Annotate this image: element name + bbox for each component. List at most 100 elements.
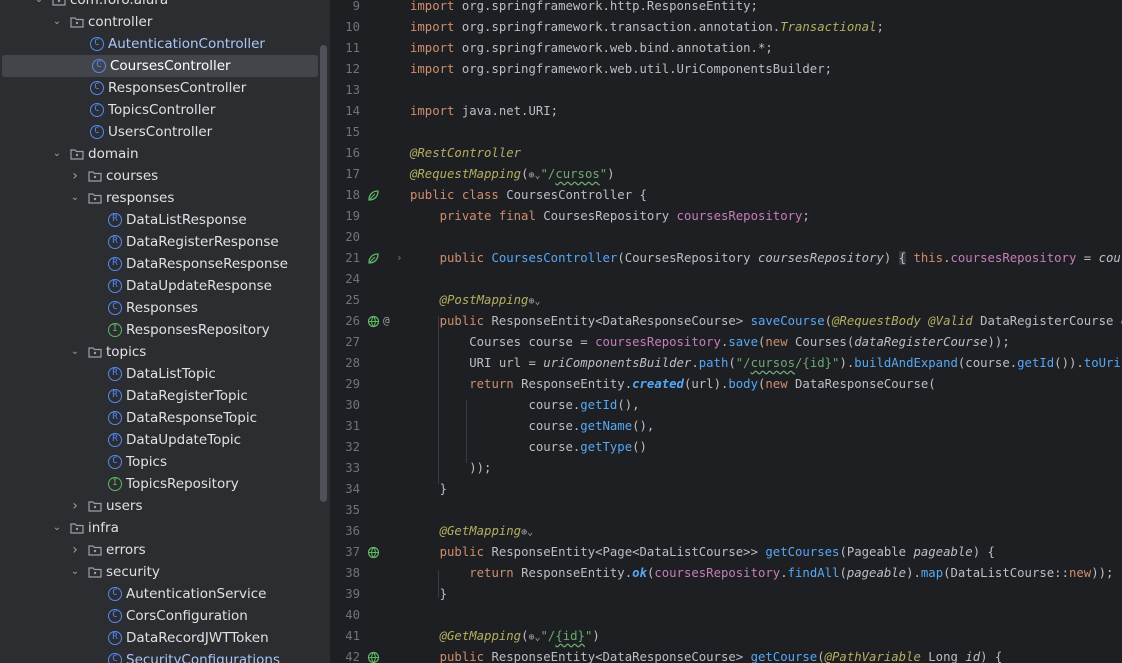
code-text: import org.springframework.web.util.UriC… <box>410 59 832 80</box>
web-endpoint-icon[interactable] <box>367 650 380 663</box>
tree-item-dataresponsetopic[interactable]: R DataResponseTopic <box>0 407 318 429</box>
code-line[interactable]: 21 › public CoursesController(CoursesRepo… <box>330 248 1122 269</box>
tree-item-userscontroller[interactable]: C UsersController <box>0 121 318 143</box>
spring-bean-icon[interactable] <box>367 188 380 201</box>
annotation-gutter-icon[interactable]: @ <box>383 314 396 327</box>
tree-item-dataregisterresponse[interactable]: R DataRegisterResponse <box>0 231 318 253</box>
tree-item-infra[interactable]: ⌄ infra <box>0 517 318 539</box>
code-line[interactable]: 39 } <box>330 584 1122 605</box>
code-editor[interactable]: 9 import org.springframework.http.Respons… <box>330 0 1122 663</box>
tree-item-topics[interactable]: C Topics <box>0 451 318 473</box>
code-text: public class CoursesController { <box>410 185 647 206</box>
line-number: 38 <box>345 566 360 580</box>
fold-toggle-icon[interactable]: › <box>396 251 409 264</box>
code-line[interactable]: 36 @GetMapping⊕⌄ <box>330 521 1122 542</box>
code-line[interactable]: 32 course.getType() <box>330 437 1122 458</box>
code-token: (Pageable <box>839 545 914 559</box>
project-tree-scrollbar[interactable] <box>320 45 327 502</box>
code-line[interactable]: 20 <box>330 227 1122 248</box>
line-number: 39 <box>345 587 360 601</box>
tree-item-label: Responses <box>126 300 198 316</box>
line-number: 32 <box>345 440 360 454</box>
code-token: org.springframework.http.ResponseEntity; <box>461 0 758 13</box>
code-line[interactable]: 9 import org.springframework.http.Respons… <box>330 0 1122 17</box>
line-number: 34 <box>345 482 360 496</box>
chevron-down-icon[interactable]: ⌄ <box>50 11 64 33</box>
tree-item-securityconfigurations[interactable]: C SecurityConfigurations <box>0 649 318 663</box>
code-token: getCourses <box>765 545 840 559</box>
code-token: ( <box>817 650 825 663</box>
tree-item-dataregistertopic[interactable]: R DataRegisterTopic <box>0 385 318 407</box>
tree-item-autenticationcontroller[interactable]: C AutenticationController <box>0 33 318 55</box>
code-line[interactable]: 41 @GetMapping(⊕⌄"/{id}") <box>330 626 1122 647</box>
tree-item-responsesrepository[interactable]: I ResponsesRepository <box>0 319 318 341</box>
code-line[interactable]: 17 @RequestMapping(⊕⌄"/cursos") <box>330 164 1122 185</box>
code-token: body <box>728 377 758 391</box>
code-line[interactable]: 38 return ResponseEntity.ok (coursesRepos… <box>330 563 1122 584</box>
tree-item-topicsrepository[interactable]: I TopicsRepository <box>0 473 318 495</box>
tree-item-responses[interactable]: C Responses <box>0 297 318 319</box>
code-line[interactable]: 10 import org.springframework.transaction… <box>330 17 1122 38</box>
tree-item-errors[interactable]: › errors <box>0 539 318 561</box>
code-line[interactable]: 14 import java.net.URI; <box>330 101 1122 122</box>
tree-item-topics[interactable]: ⌄ topics <box>0 341 318 363</box>
chevron-down-icon[interactable]: ⌄ <box>68 561 82 583</box>
spring-bean-icon[interactable] <box>367 251 380 264</box>
code-line[interactable]: 12 import org.springframework.web.util.Ur… <box>330 59 1122 80</box>
tree-item-responsescontroller[interactable]: C ResponsesController <box>0 77 318 99</box>
chevron-down-icon[interactable]: ⌄ <box>68 341 82 363</box>
code-line[interactable]: 42 public ResponseEntity<DataResponseCou… <box>330 647 1122 663</box>
code-line[interactable]: 37 public ResponseEntity<Page<DataListCo… <box>330 542 1122 563</box>
tree-item-corsconfiguration[interactable]: C CorsConfiguration <box>0 605 318 627</box>
tree-item-courses[interactable]: › courses <box>0 165 318 187</box>
code-line[interactable]: 24 <box>330 269 1122 290</box>
chevron-down-icon[interactable]: ⌄ <box>68 187 82 209</box>
tree-item-topicscontroller[interactable]: C TopicsController <box>0 99 318 121</box>
chevron-down-icon[interactable]: ⌄ <box>32 0 46 11</box>
tree-item-com.foro.alura[interactable]: ⌄ com.foro.alura <box>0 0 318 11</box>
code-line[interactable]: 18 public class CoursesController { <box>330 185 1122 206</box>
code-line[interactable]: 28 URI url = uriComponentsBuilder.path("… <box>330 353 1122 374</box>
tree-item-domain[interactable]: ⌄ domain <box>0 143 318 165</box>
code-line[interactable]: 26 @ public ResponseEntity<DataResponseCo… <box>330 311 1122 332</box>
tree-item-security[interactable]: ⌄ security <box>0 561 318 583</box>
tree-item-dataupdateresponse[interactable]: R DataUpdateResponse <box>0 275 318 297</box>
tree-item-datalistresponse[interactable]: R DataListResponse <box>0 209 318 231</box>
tree-item-datarecordjwttoken[interactable]: R DataRecordJWTToken <box>0 627 318 649</box>
indent-guide <box>466 400 467 463</box>
code-line[interactable]: 13 <box>330 80 1122 101</box>
code-line[interactable]: 33 )); <box>330 458 1122 479</box>
chevron-right-icon[interactable]: › <box>68 539 82 561</box>
chevron-right-icon[interactable]: › <box>68 495 82 517</box>
tree-item-datalisttopic[interactable]: R DataListTopic <box>0 363 318 385</box>
code-token: map <box>920 566 944 580</box>
code-line[interactable]: 19 private final CoursesRepository cours… <box>330 206 1122 227</box>
code-line[interactable]: 30 course.getId(), <box>330 395 1122 416</box>
code-line[interactable]: 15 <box>330 122 1122 143</box>
code-line[interactable]: 16 @RestController <box>330 143 1122 164</box>
chevron-down-icon[interactable]: ⌄ <box>50 517 64 539</box>
code-line[interactable]: 25 @PostMapping⊕⌄ <box>330 290 1122 311</box>
chevron-down-icon[interactable]: ⌄ <box>50 143 64 165</box>
web-endpoint-icon[interactable] <box>367 314 380 328</box>
code-line[interactable]: 27 Courses course = coursesRepository.sa… <box>330 332 1122 353</box>
tree-item-dataresponseresponse[interactable]: R DataResponseResponse <box>0 253 318 275</box>
code-line[interactable]: 40 <box>330 605 1122 626</box>
code-line[interactable]: 35 <box>330 500 1122 521</box>
tree-item-users[interactable]: › users <box>0 495 318 517</box>
tree-item-coursescontroller[interactable]: C CoursesController <box>2 55 318 77</box>
code-line[interactable]: 31 course.getName(), <box>330 416 1122 437</box>
code-line[interactable]: 34 } <box>330 479 1122 500</box>
tree-item-controller[interactable]: ⌄ controller <box>0 11 318 33</box>
tree-item-autenticationservice[interactable]: C AutenticationService <box>0 583 318 605</box>
web-endpoint-icon[interactable] <box>367 545 380 559</box>
code-token: ) { <box>980 650 1003 663</box>
tree-item-label: DataResponseResponse <box>126 256 288 272</box>
code-line[interactable]: 29 return ResponseEntity.created(url).bo… <box>330 374 1122 395</box>
tree-item-dataupdatetopic[interactable]: R DataUpdateTopic <box>0 429 318 451</box>
code-line[interactable]: 11 import org.springframework.web.bind.an… <box>330 38 1122 59</box>
code-token: coursesRepository <box>654 566 781 580</box>
chevron-right-icon[interactable]: › <box>68 165 82 187</box>
tree-item-responses[interactable]: ⌄ responses <box>0 187 318 209</box>
